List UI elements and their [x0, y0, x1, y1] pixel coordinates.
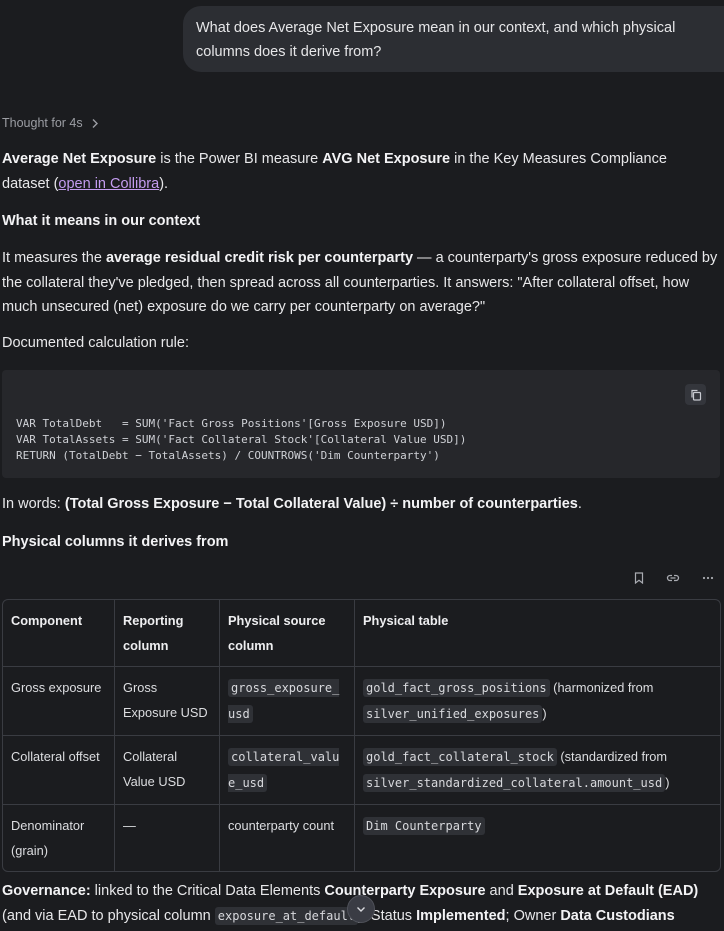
- header-reporting-column: Reporting column: [115, 600, 220, 667]
- governance-code: exposure_at_default: [214, 906, 359, 925]
- table-row: Denominator (grain) — counterparty count…: [3, 805, 720, 871]
- table-code: gold_fact_gross_positions: [363, 679, 550, 697]
- collibra-link[interactable]: open in Collibra: [58, 176, 159, 192]
- table-note: (harmonized from: [549, 680, 654, 695]
- intro-paragraph: Average Net Exposure is the Power BI mea…: [2, 147, 718, 196]
- more-icon[interactable]: [702, 576, 714, 580]
- cell-table: gold_fact_gross_positions (harmonized fr…: [355, 667, 720, 736]
- table-toolbar: [634, 572, 714, 584]
- source-column-code: gross_exposure_usd: [228, 679, 340, 723]
- link-icon[interactable]: [666, 573, 680, 583]
- section-heading-physical: Physical columns it derives from: [2, 534, 229, 550]
- in-words-suffix: .: [577, 496, 582, 512]
- header-physical-source-column: Physical source column: [220, 600, 355, 667]
- user-message-text: What does Average Net Exposure mean in o…: [196, 20, 676, 60]
- table-header-row: Component Reporting column Physical sour…: [3, 600, 720, 667]
- governance-owner: Data Custodians: [560, 907, 675, 924]
- cell-source: counterparty count: [220, 805, 355, 871]
- table-note-close: ): [665, 775, 670, 790]
- in-words-formula: (Total Gross Exposure − Total Collateral…: [64, 496, 578, 512]
- governance-text: (and via EAD to physical column: [2, 907, 215, 924]
- copy-icon: [690, 389, 701, 401]
- table-row: Collateral offset Collateral Value USD c…: [3, 736, 720, 805]
- cell-source: collateral_value_usd: [220, 736, 355, 805]
- header-physical-table: Physical table: [355, 600, 720, 667]
- cell-table: gold_fact_collateral_stock (standardized…: [355, 736, 720, 805]
- thought-label: Thought for 4s: [2, 116, 83, 130]
- cell-reporting: Collateral Value USD: [115, 736, 220, 805]
- table-row: Gross exposure Gross Exposure USD gross_…: [3, 667, 720, 736]
- cell-component: Collateral offset: [3, 736, 115, 805]
- calc-label: Documented calculation rule:: [2, 335, 189, 351]
- source-column-code: collateral_value_usd: [228, 748, 340, 792]
- in-words-paragraph: In words: (Total Gross Exposure − Total …: [2, 492, 718, 517]
- user-message-bubble: What does Average Net Exposure mean in o…: [183, 6, 724, 72]
- intro-measure: AVG Net Exposure: [322, 151, 451, 167]
- section-heading-meaning: What it means in our context: [2, 213, 201, 229]
- code-content: VAR TotalDebt = SUM('Fact Gross Position…: [16, 417, 467, 462]
- scroll-down-button[interactable]: [347, 895, 375, 923]
- cell-table: Dim Counterparty: [355, 805, 720, 871]
- table-code: gold_fact_collateral_stock: [363, 748, 557, 766]
- governance-text: and: [485, 883, 518, 899]
- meaning-paragraph: It measures the average residual credit …: [2, 246, 718, 320]
- intro-term: Average Net Exposure: [2, 151, 157, 167]
- intro-text: is the Power BI measure: [156, 151, 323, 167]
- cell-component: Denominator (grain): [3, 805, 115, 871]
- physical-columns-table: Component Reporting column Physical sour…: [2, 599, 721, 872]
- code-block: VAR TotalDebt = SUM('Fact Gross Position…: [2, 370, 720, 478]
- governance-cde: Counterparty Exposure: [324, 883, 486, 899]
- header-component: Component: [3, 600, 115, 667]
- in-words-prefix: In words:: [2, 496, 65, 512]
- chevron-down-icon: [357, 906, 365, 912]
- table-note-close: ): [542, 706, 547, 721]
- governance-status: Implemented: [416, 907, 506, 924]
- meaning-bold: average residual credit risk per counter…: [105, 250, 414, 266]
- intro-text: ).: [159, 175, 169, 192]
- table-code: Dim Counterparty: [363, 817, 485, 835]
- cell-component: Gross exposure: [3, 667, 115, 736]
- table-note: (standardized from: [556, 749, 668, 764]
- cell-reporting: Gross Exposure USD: [115, 667, 220, 736]
- governance-label: Governance:: [2, 883, 91, 899]
- governance-text: ; Owner: [505, 907, 561, 924]
- governance-cde: Exposure at Default (EAD): [517, 883, 699, 899]
- from-code: silver_unified_exposures: [363, 705, 543, 723]
- governance-text: linked to the Critical Data Elements: [90, 883, 325, 899]
- from-code: silver_standardized_collateral.amount_us…: [363, 774, 666, 792]
- chevron-right-icon: [92, 118, 98, 128]
- thought-toggle[interactable]: Thought for 4s: [2, 116, 99, 130]
- bookmark-icon[interactable]: [634, 572, 644, 584]
- cell-reporting: —: [115, 805, 220, 871]
- copy-button[interactable]: [685, 384, 706, 405]
- cell-source: gross_exposure_usd: [220, 667, 355, 736]
- meaning-text: It measures the: [2, 250, 106, 266]
